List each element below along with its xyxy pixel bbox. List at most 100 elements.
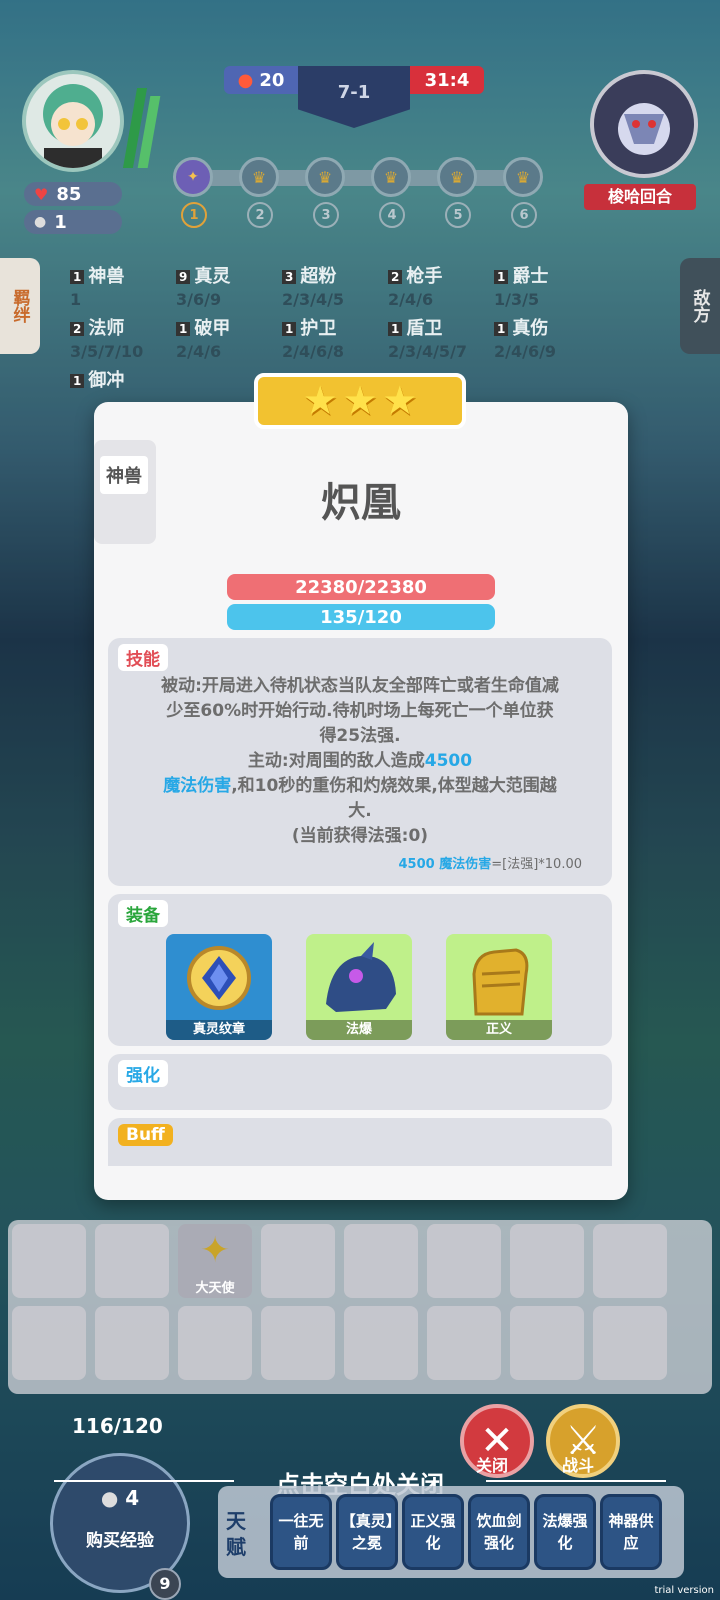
player-coin-value: 1 [54,211,67,233]
enemy-tab-label: 敌方 [689,289,710,323]
synergy-item[interactable]: 3 超粉 2/3/4/5 [282,262,344,309]
synergy-item[interactable]: 1 爵士 1/3/5 [494,262,548,309]
star-icon: ★ [302,378,339,424]
bench-slot[interactable] [12,1306,86,1380]
buff-section-label: Buff [118,1124,173,1146]
heart-icon: ♥ [34,184,49,204]
equipment-name: 真灵纹章 [166,1020,272,1040]
bench-slot[interactable] [344,1224,418,1298]
fire-icon: ● [237,69,254,91]
synergy-item[interactable]: 2 法师 3/5/7/10 [70,314,143,361]
stage-label: 7-1 [337,82,371,103]
star-rank-banner: ★ ★ ★ [254,373,466,429]
round-node-3: ♛ [305,157,345,197]
round-number: 2 [247,202,273,228]
bench-slot[interactable] [95,1224,169,1298]
talent-chip[interactable]: 【真灵】之冕 [336,1494,398,1570]
buy-exp-label: 购买经验 [86,1531,154,1551]
enhance-section: 强化 [108,1054,612,1110]
player-exp-bars [122,88,162,168]
synergy-item[interactable]: 1 御冲 [70,366,124,392]
trophy-icon: ♛ [383,167,399,187]
equipment-section-label: 装备 [118,900,168,927]
synergy-item[interactable]: 1 护卫 2/4/6/8 [282,314,344,361]
opponent-avatar[interactable] [590,70,698,178]
round-number: 6 [511,202,537,228]
wand-icon: ✦ [200,1230,231,1271]
talent-chip[interactable]: 正义强化 [402,1494,464,1570]
talent-chip[interactable]: 神器供应 [600,1494,662,1570]
left-score-value: 20 [259,69,285,91]
skill-section: 技能 被动:开局进入待机状态当队友全部阵亡或者生命值减 少至60%时开始行动.待… [108,638,612,886]
bench-slot[interactable] [344,1306,418,1380]
talent-chip[interactable]: 饮血剑强化 [468,1494,530,1570]
star-icon: ★ [381,378,418,424]
opponent-portrait-icon [618,103,670,155]
player-hp-value: 85 [56,183,82,205]
timer-box: 31:4 [410,66,484,94]
equipment-name: 法爆 [306,1020,412,1040]
bench-slot[interactable] [261,1224,335,1298]
equipment-slot[interactable]: 法爆 [306,934,412,1040]
bench-slot[interactable] [178,1306,252,1380]
synergy-tab-label: 羁绊 [9,289,30,323]
synergy-item[interactable]: 9 真灵 3/6/9 [176,262,230,309]
round-number: 5 [445,202,471,228]
mana-bar: 135/120 [227,604,495,630]
trophy-icon: ♛ [317,167,333,187]
opponent-label: 梭哈回合 [607,187,672,206]
timer-value: 31:4 [424,69,470,91]
golden-gauntlet-icon [472,948,529,1016]
equipment-slot[interactable]: 正义 [446,934,552,1040]
player-level-badge: 9 [149,1568,181,1600]
synergy-item[interactable]: 1 真伤 2/4/6/9 [494,314,556,361]
player-avatar[interactable] [22,70,124,172]
synergy-item[interactable]: 1 神兽 1 [70,262,124,309]
bench-slot[interactable] [95,1306,169,1380]
synergy-tab[interactable]: 羁绊 [0,258,40,354]
equipment-name: 正义 [446,1020,552,1040]
unit-name: 炽凰 [321,480,401,526]
enemy-tab[interactable]: 敌方 [680,258,720,354]
synergy-item[interactable]: 2 枪手 2/4/6 [388,262,442,309]
talent-label: 天赋 [226,1509,246,1559]
player-coin-pill: ● 1 [24,210,122,234]
bench-slot[interactable] [261,1306,335,1380]
round-number: 3 [313,202,339,228]
trophy-icon: ♛ [251,167,267,187]
monster-round-icon: ✦ [187,169,199,185]
xp-progress-label: 116/120 [72,1414,163,1438]
player-hp-pill: ♥ 85 [24,182,122,206]
synergy-item[interactable]: 1 破甲 2/4/6 [176,314,230,361]
equipment-slot[interactable]: 真灵纹章 [166,934,272,1040]
round-node-1: ✦ [173,157,213,197]
trophy-icon: ♛ [449,167,465,187]
round-number: 1 [181,202,207,228]
bench-slot[interactable] [510,1306,584,1380]
bench-slot[interactable] [427,1306,501,1380]
round-number: 4 [379,202,405,228]
bench-item-label: 大天使 [195,1281,235,1296]
skill-description: 被动:开局进入待机状态当队友全部阵亡或者生命值减 少至60%时开始行动.待机时场… [161,676,559,846]
round-node-5: ♛ [437,157,477,197]
bench-slot[interactable] [593,1224,667,1298]
emblem-icon [187,946,251,1010]
bench-slot[interactable] [12,1224,86,1298]
hp-value: 22380/22380 [295,576,427,598]
damage-formula: 4500 魔法伤害=[法强]*10.00 [398,857,582,872]
mana-value: 135/120 [320,606,402,628]
talent-chip[interactable]: 法爆强化 [534,1494,596,1570]
enhance-section-label: 强化 [118,1060,168,1087]
left-score-box: ● 20 [224,66,298,94]
bench-slot[interactable] [427,1224,501,1298]
talent-chip[interactable]: 一往无前 [270,1494,332,1570]
bench-slot[interactable] [593,1306,667,1380]
skill-section-label: 技能 [118,644,168,671]
hp-bar: 22380/22380 [227,574,495,600]
round-node-2: ♛ [239,157,279,197]
bench-slot[interactable] [510,1224,584,1298]
bench-slot[interactable]: ✦ 大天使 [178,1224,252,1298]
synergy-item[interactable]: 1 盾卫 2/3/4/5/7 [388,314,467,361]
player-portrait-icon [43,84,103,168]
dragon-helm-icon [326,942,396,1012]
